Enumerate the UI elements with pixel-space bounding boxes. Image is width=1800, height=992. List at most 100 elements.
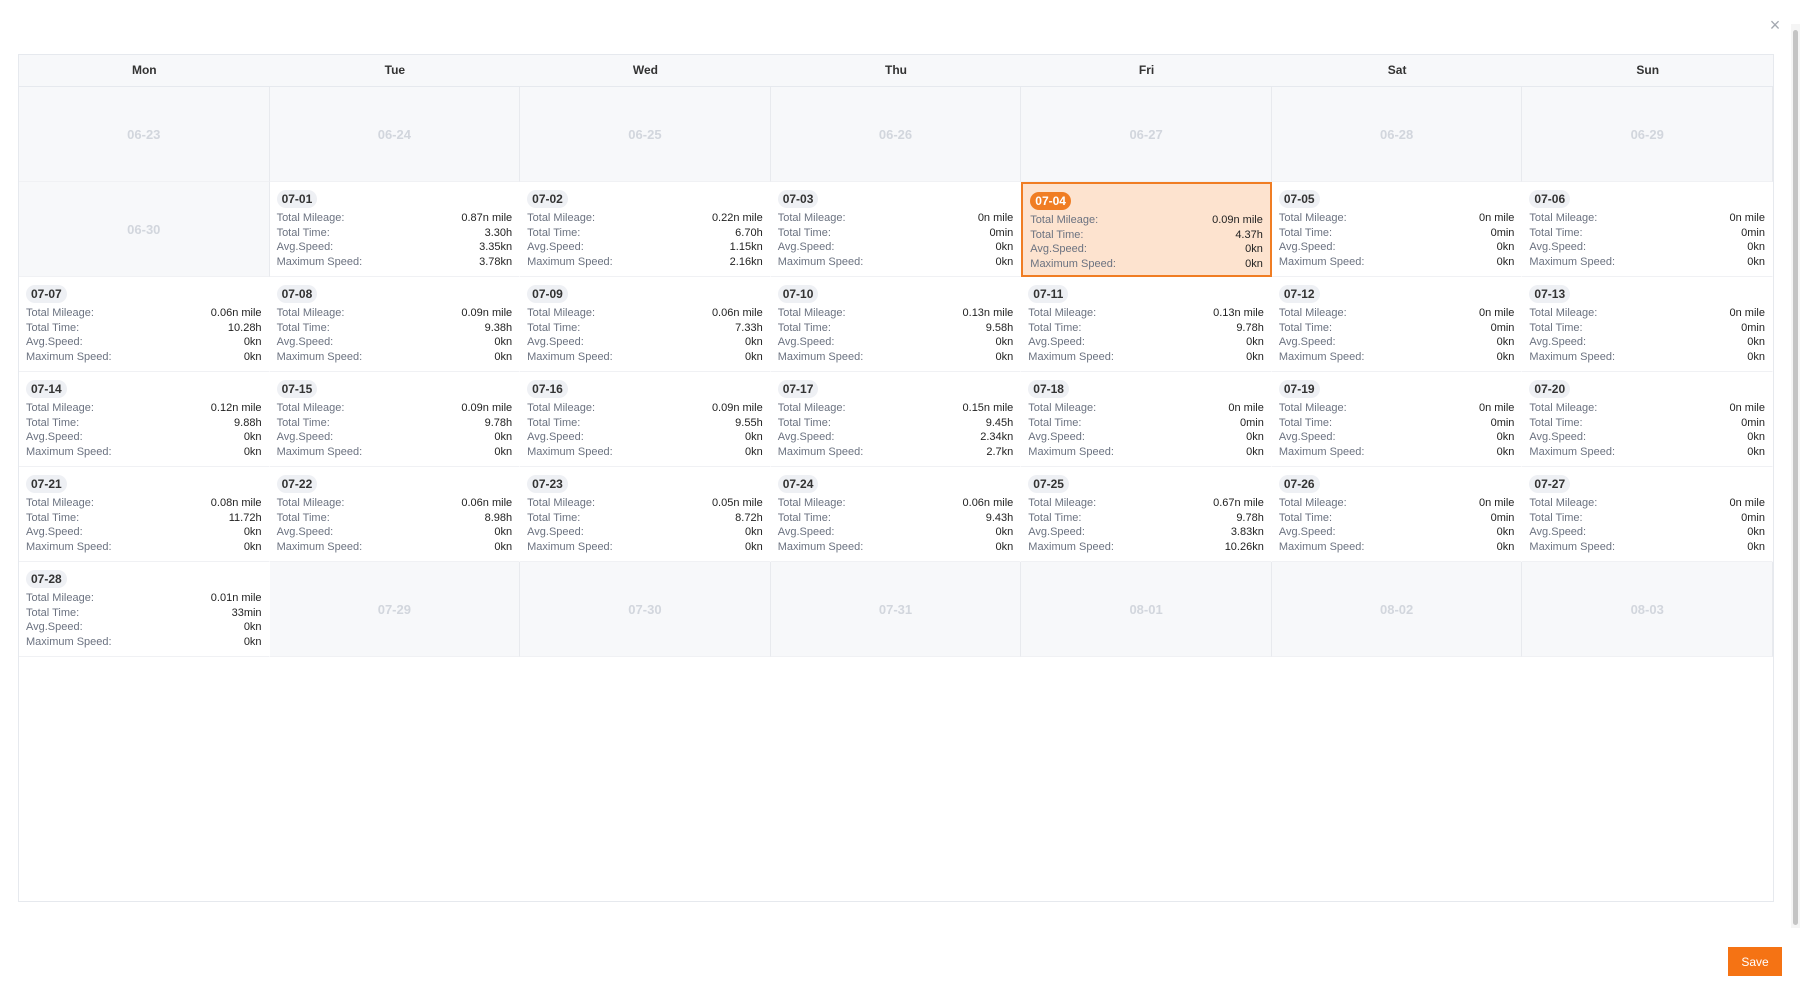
avg-speed-value: 0kn — [1246, 336, 1264, 348]
day-cell-outside-month[interactable]: 08-03 — [1522, 562, 1773, 657]
total-mileage-value: 0.22n mile — [711, 212, 763, 224]
total-time-row: Total Time: 9.88h — [26, 416, 262, 431]
day-cell[interactable]: 07-28 Total Mileage: 0.01n mile Total Time:… — [19, 562, 270, 657]
day-cell-outside-month[interactable]: 07-30 — [520, 562, 771, 657]
total-mileage-row: Total Mileage: 0.09n mile — [277, 401, 513, 416]
day-cell-outside-month[interactable]: 06-23 — [19, 87, 270, 182]
day-cell-outside-month[interactable]: 06-27 — [1021, 87, 1272, 182]
day-cell[interactable]: 07-12 Total Mileage: 0n mile Total Time: 0mi… — [1271, 277, 1523, 372]
day-cell[interactable]: 07-14 Total Mileage: 0.12n mile Total Time:… — [19, 372, 270, 467]
day-cell-selected[interactable]: 07-04 Total Mileage: 0.09n mile Total Time:… — [1021, 182, 1272, 277]
total-time-label: Total Time: — [777, 511, 831, 524]
total-time-value: 9.88h — [234, 416, 262, 429]
max-speed-row: Maximum Speed: 10.26kn — [1028, 540, 1264, 555]
day-cell[interactable]: 07-17 Total Mileage: 0.15n mile Total Time:… — [770, 372, 1022, 467]
max-speed-row: Maximum Speed: 0kn — [1279, 255, 1515, 270]
day-cell[interactable]: 07-18 Total Mileage: 0n mile Total Time: 0mi… — [1021, 372, 1272, 467]
day-cell-outside-month[interactable]: 06-28 — [1271, 87, 1523, 182]
day-cell[interactable]: 07-22 Total Mileage: 0.06n mile Total Time:… — [269, 467, 521, 562]
day-cell[interactable]: 07-27 Total Mileage: 0n mile Total Time: 0mi… — [1522, 467, 1773, 562]
day-cell[interactable]: 07-15 Total Mileage: 0.09n mile Total Time:… — [269, 372, 521, 467]
day-cell[interactable]: 07-06 Total Mileage: 0n mile Total Time: 0mi… — [1522, 182, 1773, 277]
day-cell[interactable]: 07-23 Total Mileage: 0.05n mile Total Time:… — [520, 467, 771, 562]
avg-speed-value: 0kn — [1496, 431, 1515, 443]
avg-speed-row: Avg.Speed: 0kn — [778, 525, 1014, 540]
weekday-wed: Wed — [632, 63, 658, 77]
max-speed-label: Maximum Speed: — [276, 350, 363, 363]
total-time-label: Total Time: — [1278, 416, 1333, 429]
day-cell-outside-month[interactable]: 06-25 — [520, 87, 771, 182]
day-cell[interactable]: 07-08 Total Mileage: 0.09n mile Total Time:… — [269, 277, 521, 372]
total-time-label: Total Time: — [1028, 511, 1082, 524]
total-time-row: Total Time: 0min — [1529, 321, 1765, 336]
avg-speed-value: 0kn — [1496, 526, 1515, 538]
max-speed-label: Maximum Speed: — [527, 445, 613, 458]
day-cell[interactable]: 07-13 Total Mileage: 0n mile Total Time: 0mi… — [1522, 277, 1773, 372]
avg-speed-label: Avg.Speed: — [26, 526, 83, 538]
total-time-value: 0min — [1741, 416, 1765, 429]
day-cell[interactable]: 07-26 Total Mileage: 0n mile Total Time: 0mi… — [1271, 467, 1523, 562]
day-cell[interactable]: 07-10 Total Mileage: 0.13n mile Total Time:… — [770, 277, 1022, 372]
day-cell[interactable]: 07-03 Total Mileage: 0n mile Total Time: 0mi… — [770, 182, 1022, 277]
avg-speed-value: 1.15kn — [729, 241, 763, 253]
avg-speed-value: 0kn — [744, 526, 763, 538]
day-cell-outside-month[interactable]: 06-24 — [269, 87, 521, 182]
day-cell-outside-month[interactable]: 08-01 — [1021, 562, 1272, 657]
day-cell[interactable]: 07-01 Total Mileage: 0.87n mile Total Time:… — [269, 182, 521, 277]
avg-speed-label: Avg.Speed: — [26, 621, 83, 633]
day-date-badge: 07-21 — [26, 475, 67, 493]
day-cell[interactable]: 07-19 Total Mileage: 0n mile Total Time: 0mi… — [1271, 372, 1523, 467]
day-cell-outside-month[interactable]: 07-31 — [770, 562, 1022, 657]
total-mileage-label: Total Mileage: — [777, 402, 846, 414]
save-button[interactable]: Save — [1728, 947, 1782, 976]
day-date-badge: 07-18 — [1028, 380, 1069, 398]
vertical-scrollbar-thumb[interactable] — [1793, 30, 1798, 925]
avg-speed-row: Avg.Speed: 0kn — [1279, 430, 1515, 445]
max-speed-row: Maximum Speed: 0kn — [527, 350, 763, 365]
day-cell-outside-month[interactable]: 08-02 — [1271, 562, 1523, 657]
total-mileage-row: Total Mileage: 0.01n mile — [26, 591, 262, 606]
day-cell[interactable]: 07-25 Total Mileage: 0.67n mile Total Time:… — [1021, 467, 1272, 562]
day-cell[interactable]: 07-02 Total Mileage: 0.22n mile Total Time:… — [520, 182, 771, 277]
day-cell-outside-month[interactable]: 07-29 — [269, 562, 521, 657]
day-cell[interactable]: 07-20 Total Mileage: 0n mile Total Time: 0mi… — [1522, 372, 1773, 467]
day-cell[interactable]: 07-05 Total Mileage: 0n mile Total Time: 0mi… — [1271, 182, 1523, 277]
total-time-label: Total Time: — [276, 416, 330, 429]
total-mileage-row: Total Mileage: 0.22n mile — [527, 211, 763, 226]
total-time-label: Total Time: — [1278, 511, 1333, 524]
day-date-badge: 07-24 — [777, 475, 819, 493]
avg-speed-label: Avg.Speed: — [1529, 336, 1587, 348]
day-cell[interactable]: 07-24 Total Mileage: 0.06n mile Total Time:… — [770, 467, 1022, 562]
day-cell[interactable]: 07-16 Total Mileage: 0.09n mile Total Time:… — [520, 372, 771, 467]
total-mileage-row: Total Mileage: 0.06n mile — [26, 306, 262, 321]
max-speed-row: Maximum Speed: 0kn — [277, 445, 513, 460]
total-mileage-value: 0.06n mile — [962, 497, 1014, 509]
day-cell-outside-month[interactable]: 06-30 — [19, 182, 270, 277]
max-speed-value: 0kn — [1496, 255, 1515, 268]
avg-speed-value: 0kn — [995, 526, 1014, 538]
max-speed-label: Maximum Speed: — [1278, 445, 1365, 458]
avg-speed-row: Avg.Speed: 0kn — [1279, 525, 1515, 540]
day-cell-outside-month[interactable]: 06-26 — [770, 87, 1022, 182]
total-mileage-label: Total Mileage: — [1278, 497, 1347, 509]
day-cell[interactable]: 07-11 Total Mileage: 0.13n mile Total Time:… — [1021, 277, 1272, 372]
total-mileage-row: Total Mileage: 0n mile — [1529, 306, 1765, 321]
max-speed-value: 10.26kn — [1224, 540, 1264, 553]
day-date-badge: 07-12 — [1278, 285, 1320, 303]
max-speed-row: Maximum Speed: 0kn — [1030, 257, 1263, 272]
close-icon[interactable]: × — [1764, 14, 1786, 36]
day-date-badge: 07-25 — [1028, 475, 1069, 493]
max-speed-row: Maximum Speed: 0kn — [778, 255, 1014, 270]
total-time-label: Total Time: — [26, 416, 80, 429]
day-cell-outside-month[interactable]: 06-29 — [1522, 87, 1773, 182]
max-speed-label: Maximum Speed: — [1529, 540, 1616, 553]
day-cell[interactable]: 07-09 Total Mileage: 0.06n mile Total Time:… — [520, 277, 771, 372]
max-speed-label: Maximum Speed: — [777, 255, 864, 268]
avg-speed-label: Avg.Speed: — [276, 431, 334, 443]
max-speed-label: Maximum Speed: — [1529, 445, 1616, 458]
total-time-value: 3.30h — [484, 226, 513, 239]
day-cell[interactable]: 07-07 Total Mileage: 0.06n mile Total Time:… — [19, 277, 270, 372]
day-cell[interactable]: 07-21 Total Mileage: 0.08n mile Total Time:… — [19, 467, 270, 562]
total-mileage-value: 0n mile — [1478, 402, 1515, 414]
total-mileage-label: Total Mileage: — [1030, 214, 1099, 226]
